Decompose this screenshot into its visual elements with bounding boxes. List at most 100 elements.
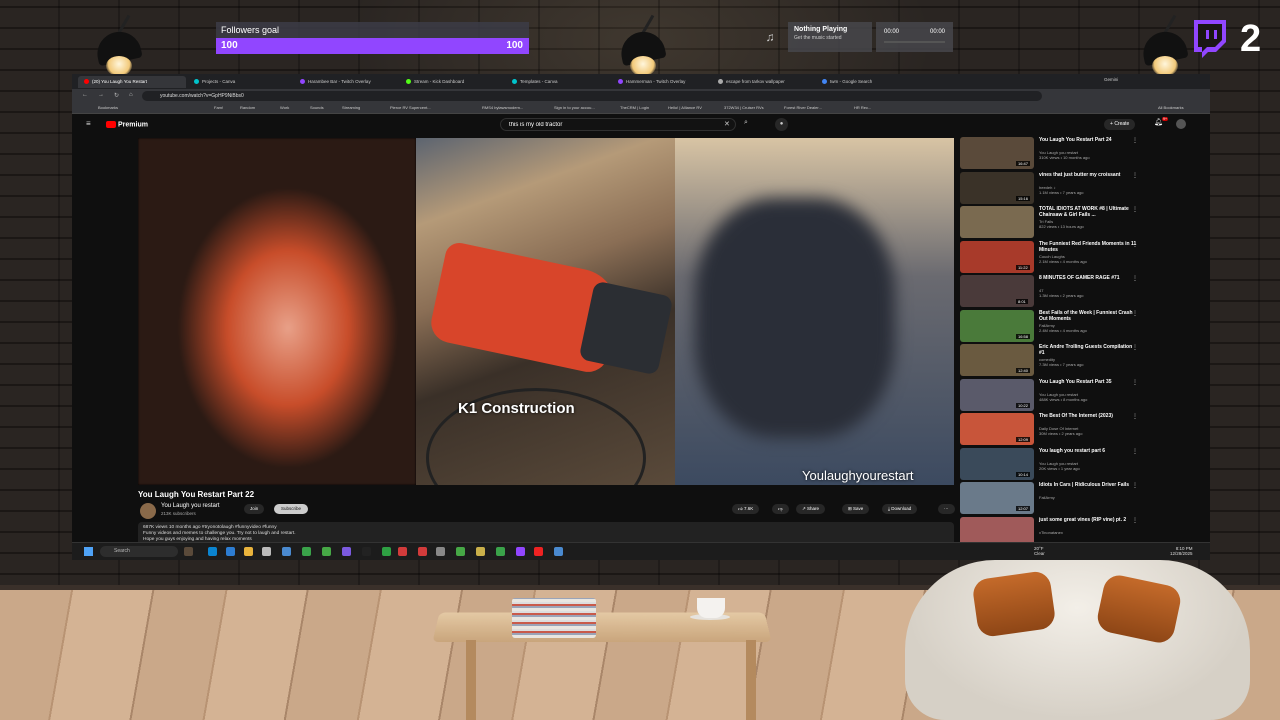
recommendation-thumbnail[interactable] [960,206,1034,238]
recommendation-title[interactable]: You laugh you restart part 6 [1039,448,1139,454]
recommendation-item[interactable]: 10:22 You Laugh You Restart Part 35 You La… [960,378,1160,411]
more-options-icon[interactable]: ⋮ [1132,517,1138,524]
more-options-icon[interactable]: ⋮ [1132,413,1138,420]
app-icon[interactable] [398,547,407,556]
back-icon[interactable]: ← [82,92,88,98]
more-options-icon[interactable]: ⋮ [1132,172,1138,179]
tab-tarkov[interactable]: escape from tarkov wallpaper [712,76,820,88]
windows-start-icon[interactable] [84,547,93,556]
more-actions-button[interactable]: ⋯ [938,504,955,514]
more-options-icon[interactable]: ⋮ [1132,379,1138,386]
recommendation-item[interactable]: 10:14 You laugh you restart part 6 You Lau… [960,447,1160,480]
tab-google[interactable]: twm - Google Search [816,76,924,88]
app-icon[interactable] [382,547,391,556]
recommendation-title[interactable]: vines that just butter my croissant [1039,172,1139,178]
taskbar-search[interactable]: Search [100,546,178,557]
more-options-icon[interactable]: ⋮ [1132,206,1138,213]
app-icon[interactable] [534,547,543,556]
more-options-icon[interactable]: ⋮ [1132,344,1138,351]
more-options-icon[interactable]: ⋮ [1132,241,1138,248]
create-button[interactable]: + Create [1104,119,1136,130]
recommendation-title[interactable]: The Funniest Red Friends Moments in 11 M… [1039,241,1139,253]
bookmark-item[interactable]: Hello! | Alliance RV [668,105,702,110]
tab-canva-projects[interactable]: Projects - Canva [188,76,296,88]
youtube-search-input[interactable] [500,118,736,131]
edge-icon[interactable] [226,547,235,556]
channel-name[interactable]: You Laugh you restart [161,503,220,509]
more-options-icon[interactable]: ⋮ [1132,482,1138,489]
bookmark-item[interactable]: Forest River Dealer... [784,105,822,110]
recommendation-title[interactable]: Eric Andre Trolling Guests Compilation #… [1039,344,1139,356]
reload-icon[interactable]: ↻ [114,92,119,99]
tab-harambee[interactable]: Harambee Bar - Twitch Overlay [294,76,402,88]
tab-kick[interactable]: Stream - Kick Dashboard [400,76,508,88]
recommendation-item[interactable]: 12:07 Idiots In Cars | Ridiculous Driver … [960,482,1160,514]
app-icon[interactable] [322,547,331,556]
recommendation-item[interactable]: 12:40 Eric Andre Trolling Guests Compilat… [960,344,1160,376]
bookmark-item[interactable]: Random [240,105,255,110]
tab-hammerman[interactable]: Hammerman - Twitch Overlay [612,76,720,88]
app-icon[interactable] [476,547,485,556]
twitch-icon[interactable] [516,547,525,556]
bookmark-item[interactable]: Pierce RV Supercent... [390,105,431,110]
tab-youtube[interactable]: (20) You Laugh You Restart [78,76,186,88]
bookmark-item[interactable]: Streaming [342,105,360,110]
recommendation-title[interactable]: TOTAL IDIOTS AT WORK #8 | Ultimate Chain… [1039,206,1139,218]
subscribe-button[interactable]: Subscribe [274,504,309,514]
bookmark-item[interactable]: RMS4 bylawsmodern... [482,105,523,110]
video-player[interactable]: K1 Construction Youlaughyourestart [138,138,954,485]
recommendation-item[interactable]: 16:47 You Laugh You Restart Part 24 You La… [960,137,1160,169]
app-icon[interactable] [302,547,311,556]
download-button[interactable]: ⤓ Download [882,504,918,514]
bookmark-item[interactable]: Sounds [310,105,324,110]
app-icon[interactable] [496,547,505,556]
more-options-icon[interactable]: ⋮ [1132,275,1138,282]
recommendation-item[interactable]: 11:22 The Funniest Red Friends Moments in… [960,240,1160,273]
recommendation-item[interactable]: 12:09 The Best Of The Internet (2023) Dail… [960,413,1160,445]
url-input[interactable] [142,91,1042,101]
recommendation-title[interactable]: Idiots In Cars | Ridiculous Driver Fails [1039,482,1139,488]
store-icon[interactable] [262,547,271,556]
home-icon[interactable]: ⌂ [129,92,133,98]
more-options-icon[interactable]: ⋮ [1132,448,1138,455]
app-icon[interactable] [362,547,371,556]
youtube-logo[interactable]: Premium [106,121,148,128]
more-options-icon[interactable]: ⋮ [1132,137,1138,144]
app-icon[interactable] [418,547,427,556]
clear-search-icon[interactable]: ✕ [724,120,730,128]
tab-canva-templates[interactable]: Templates - Canva [506,76,614,88]
menu-icon[interactable]: ≡ [86,119,91,128]
bookmark-item[interactable]: 372W34 | Cruiser RVs [724,105,764,110]
app-icon[interactable] [282,547,291,556]
recommendation-title[interactable]: You Laugh You Restart Part 35 [1039,379,1139,385]
channel-avatar[interactable] [140,503,156,519]
bookmark-item[interactable]: Sign in to your accou... [554,105,595,110]
dislike-button[interactable]: 👎︎ [772,504,789,514]
bookmark-item[interactable]: TheCRM | Login [620,105,649,110]
recommendation-title[interactable]: Best Fails of the Week | Funniest Crash … [1039,310,1139,322]
folder-icon[interactable] [244,547,253,556]
recommendation-title[interactable]: 8 MINUTES OF GAMER RAGE #71 [1039,275,1139,281]
like-button[interactable]: 👍︎ 7.6K [732,504,760,514]
bookmark-item[interactable]: HR Rec... [854,105,871,110]
save-button[interactable]: ⊞ Save [842,504,870,514]
bookmark-item[interactable]: Bookmarks [98,105,118,110]
recommendation-item[interactable]: TOTAL IDIOTS AT WORK #8 | Ultimate Chain… [960,206,1160,238]
bookmark-item[interactable]: Work [280,105,289,110]
forward-icon[interactable]: → [98,92,104,98]
bookmark-item[interactable]: Fam! [214,105,223,110]
app-icon[interactable] [456,547,465,556]
recommendation-title[interactable]: The Best Of The Internet (2023) [1039,413,1139,419]
more-options-icon[interactable]: ⋮ [1132,310,1138,317]
app-icon[interactable] [342,547,351,556]
app-icon[interactable] [436,547,445,556]
recommendation-item[interactable]: 8:01 8 MINUTES OF GAMER RAGE #71 47 1.3M vi… [960,275,1160,307]
app-icon[interactable] [208,547,217,556]
join-button[interactable]: Join [244,504,265,514]
app-icon[interactable] [554,547,563,556]
share-button[interactable]: ↗ Share [796,504,826,514]
account-avatar[interactable] [1176,119,1186,129]
search-icon[interactable]: ⌕ [744,119,748,127]
app-icon[interactable] [184,547,193,556]
taskbar-clock[interactable]: 8:10 PM 12/28/2025 [1170,546,1193,556]
